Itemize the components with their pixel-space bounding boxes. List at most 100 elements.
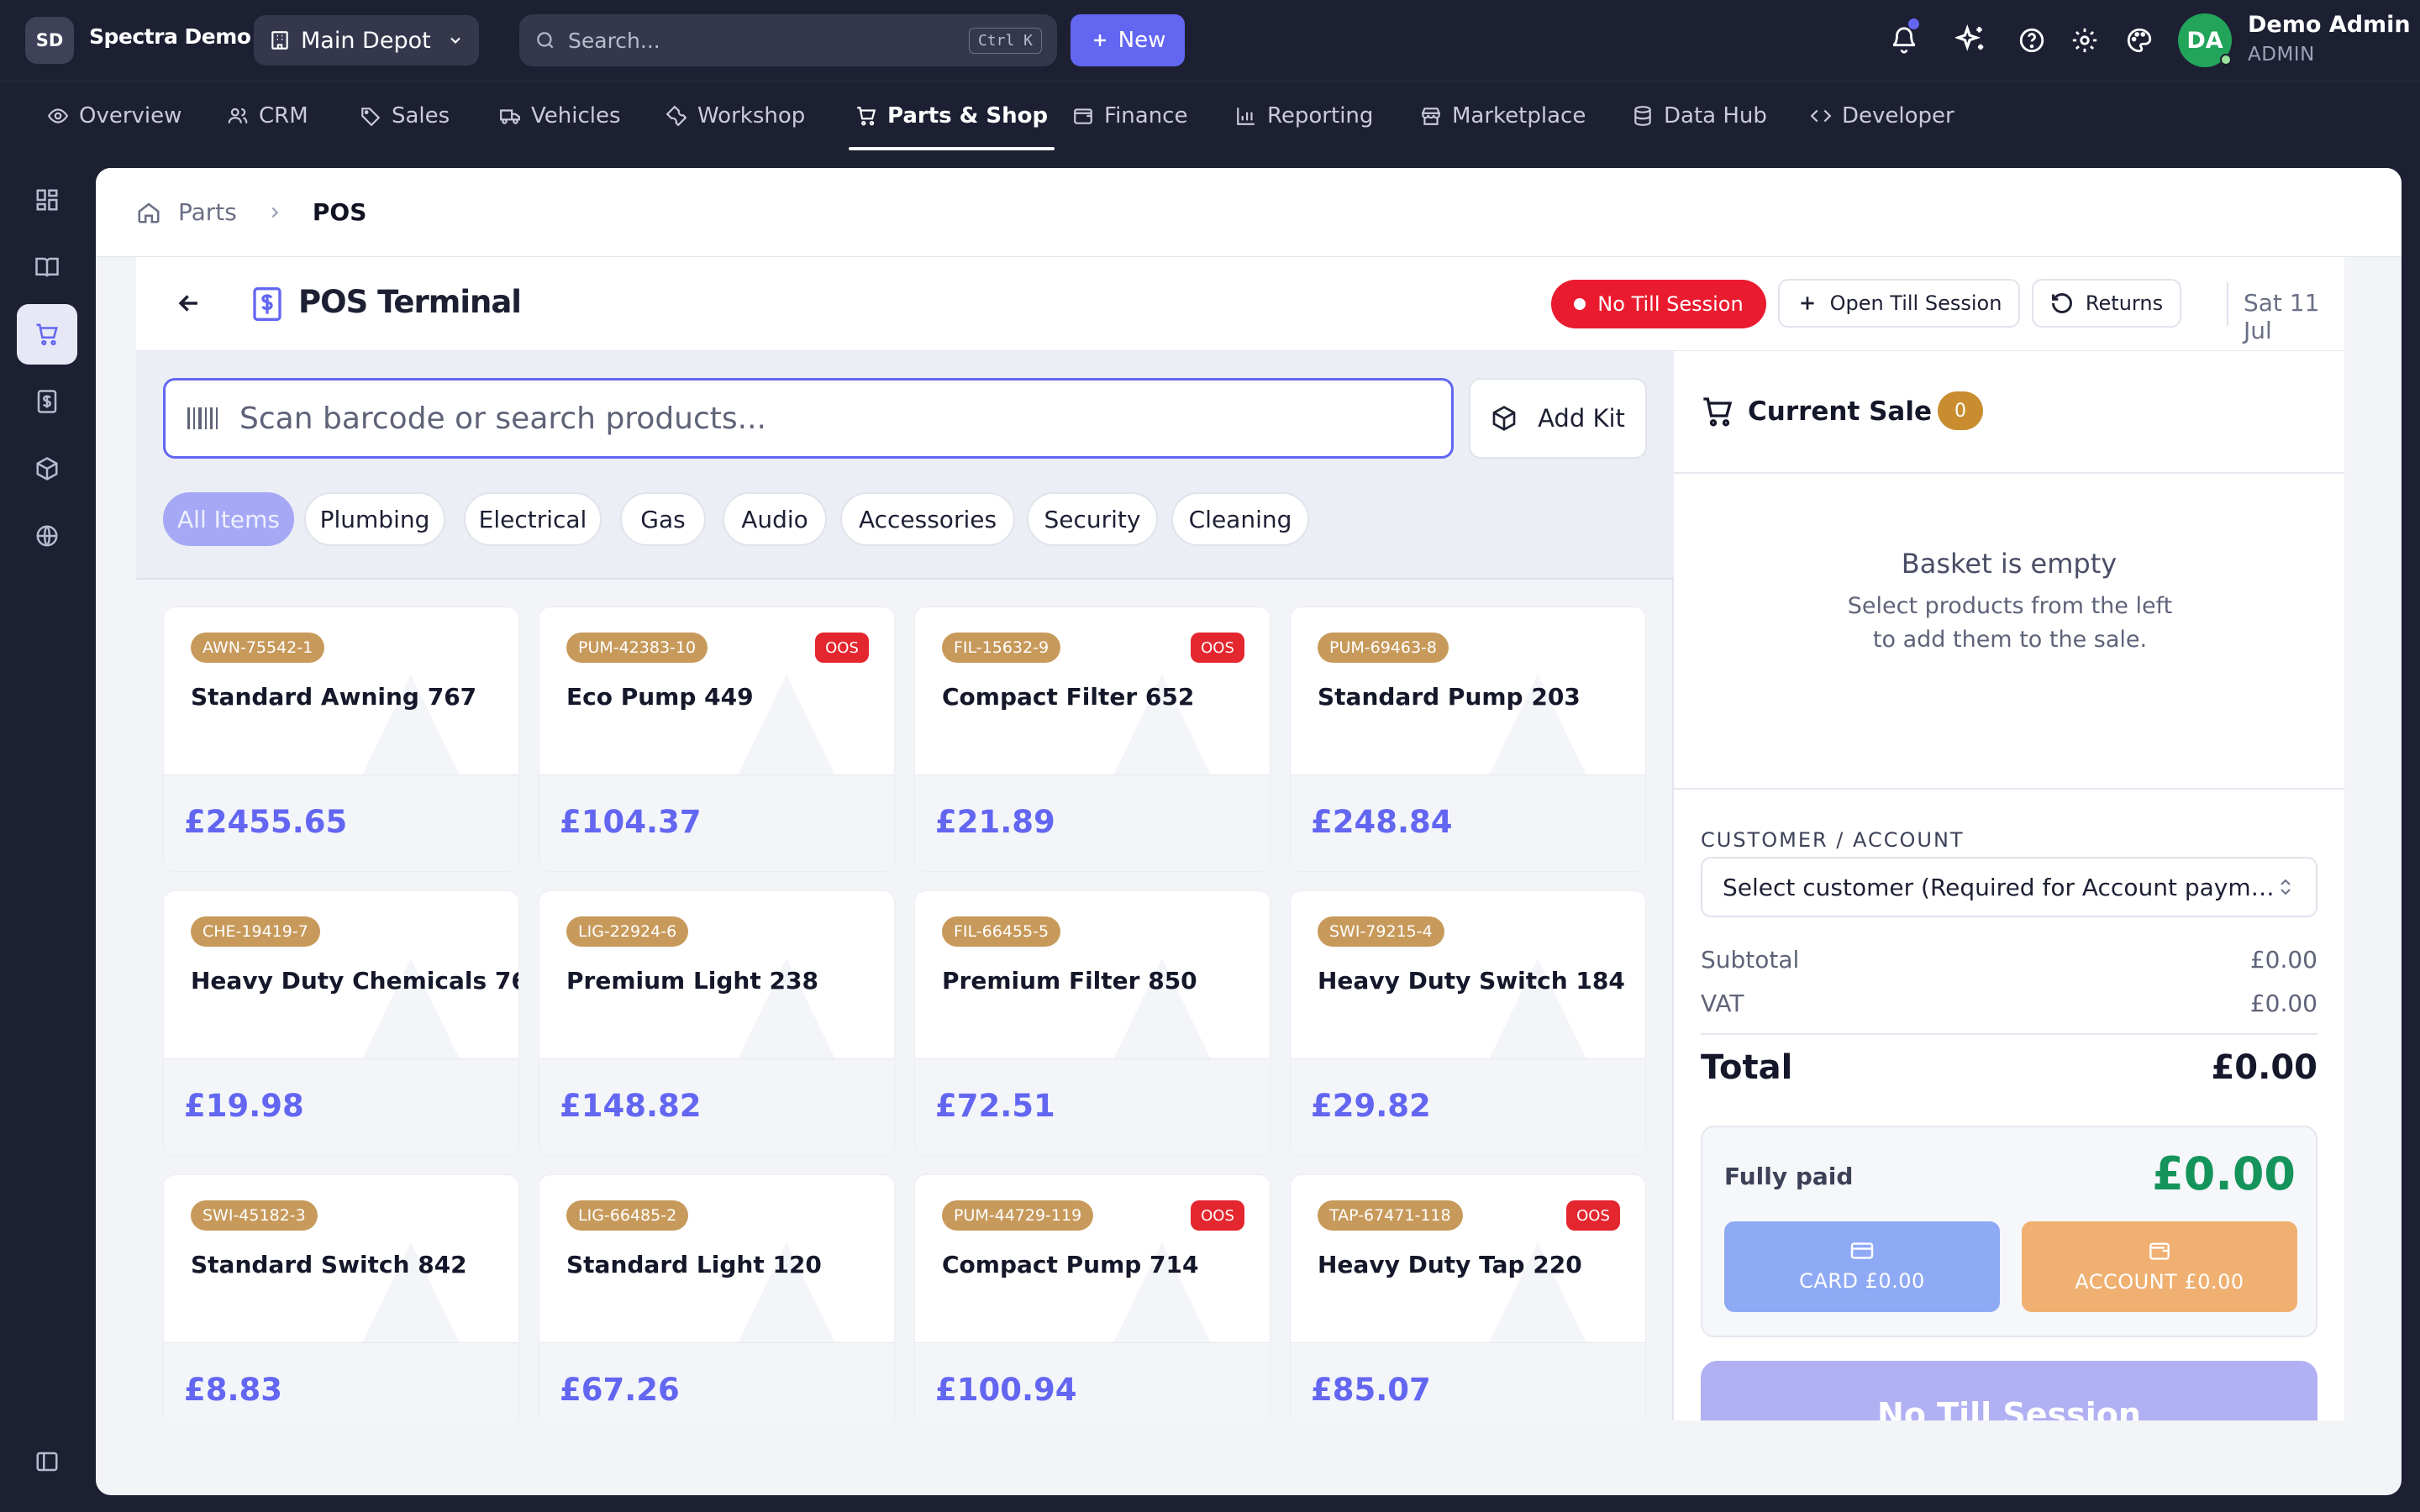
basket-title-label: Current Sale (1748, 396, 1932, 427)
search-shortcut: Ctrl K (968, 27, 1042, 54)
package-icon[interactable] (17, 438, 77, 499)
nav-label: Parts & Shop (887, 103, 1049, 129)
out-of-stock-badge: OOS (1191, 1200, 1244, 1231)
category-chip-cleaning[interactable]: Cleaning (1171, 492, 1309, 546)
card-payment-button[interactable]: CARD £0.00 (1724, 1221, 2000, 1312)
category-chip-accessories[interactable]: Accessories (840, 492, 1015, 546)
product-tile[interactable]: LIG-22924-6 Premium Light 238 £148.82 (539, 890, 895, 1156)
dashboard-grid-icon[interactable] (17, 170, 77, 230)
product-tile[interactable]: SWI-45182-3 Standard Switch 842 £8.83 (163, 1174, 519, 1420)
vat-label: VAT (1701, 990, 1744, 1017)
main-panel: Parts POS POS Terminal No Till Session O… (96, 168, 2402, 1495)
payment-status: Fully paid (1724, 1163, 1854, 1190)
product-name: Heavy Duty Switch 184 (1318, 967, 1625, 995)
sparkles-icon[interactable] (1954, 24, 1988, 57)
product-tile[interactable]: TAP-67471-118 OOS Heavy Duty Tap 220 £85… (1290, 1174, 1646, 1420)
category-chip-security[interactable]: Security (1027, 492, 1158, 546)
eye-icon (47, 105, 69, 127)
nav-workshop[interactable]: Workshop (666, 81, 805, 150)
category-chip-all-items[interactable]: All Items (163, 492, 294, 546)
nav-data-hub[interactable]: Data Hub (1632, 81, 1767, 150)
nav-developer[interactable]: Developer (1810, 81, 1954, 150)
help-icon[interactable] (2015, 24, 2049, 57)
user-name[interactable]: Demo Admin (2248, 12, 2411, 38)
online-indicator (2220, 54, 2232, 66)
product-price: £248.84 (1311, 804, 1453, 840)
globe-icon[interactable] (17, 506, 77, 566)
nav-vehicles[interactable]: Vehicles (499, 81, 621, 150)
returns-button[interactable]: Returns (2032, 279, 2181, 328)
product-name: Standard Light 120 (566, 1251, 822, 1278)
book-icon[interactable] (17, 237, 77, 297)
code-icon (1810, 105, 1832, 127)
product-tile-header: FIL-15632-9 OOS Compact Filter 652 (915, 607, 1270, 775)
nav-label: Data Hub (1664, 103, 1767, 129)
sku-badge: FIL-66455-5 (942, 916, 1061, 947)
main-nav: Overview CRM Sales Vehicles Workshop Par… (0, 81, 2420, 150)
category-chip-gas[interactable]: Gas (620, 492, 706, 546)
empty-basket-hint: Select products from the left to add the… (1847, 593, 2173, 653)
nav-label: Marketplace (1452, 103, 1586, 129)
nav-marketplace[interactable]: Marketplace (1420, 81, 1586, 150)
user-initials: DA (2186, 27, 2223, 54)
org-avatar[interactable]: SD (25, 17, 74, 64)
product-name: Standard Pump 203 (1318, 683, 1581, 711)
product-price: £8.83 (184, 1372, 283, 1408)
nav-reporting[interactable]: Reporting (1235, 81, 1373, 150)
building-icon (269, 29, 291, 51)
depot-selector[interactable]: Main Depot (254, 15, 479, 66)
product-tile[interactable]: PUM-42383-10 OOS Eco Pump 449 £104.37 (539, 606, 895, 872)
nav-finance[interactable]: Finance (1072, 81, 1187, 150)
category-chip-electrical[interactable]: Electrical (464, 492, 602, 546)
header-divider (2227, 282, 2228, 326)
product-tile[interactable]: FIL-15632-9 OOS Compact Filter 652 £21.8… (914, 606, 1270, 872)
product-tile[interactable]: CHE-19419-7 Heavy Duty Chemicals 761 £19… (163, 890, 519, 1156)
product-name: Eco Pump 449 (566, 683, 754, 711)
new-button[interactable]: New (1071, 14, 1185, 66)
product-price: £104.37 (560, 804, 702, 840)
sidebar-toggle-icon[interactable] (17, 1431, 77, 1492)
cart-icon (855, 105, 877, 127)
nav-label: Finance (1104, 103, 1188, 129)
receipt-icon[interactable] (17, 371, 77, 432)
product-tile[interactable]: SWI-79215-4 Heavy Duty Switch 184 £29.82 (1290, 890, 1646, 1156)
top-bar: SD Spectra Demo Main Depot Search... Ctr… (0, 0, 2420, 81)
nav-sales[interactable]: Sales (360, 81, 450, 150)
nav-crm[interactable]: CRM (227, 81, 308, 150)
category-chip-audio[interactable]: Audio (723, 492, 827, 546)
database-icon (1632, 105, 1654, 127)
global-search[interactable]: Search... Ctrl K (519, 14, 1057, 66)
product-tile[interactable]: FIL-66455-5 Premium Filter 850 £72.51 (914, 890, 1270, 1156)
palette-icon[interactable] (2123, 24, 2156, 57)
search-icon (534, 29, 556, 51)
gear-icon[interactable] (2068, 24, 2102, 57)
product-price: £19.98 (184, 1088, 304, 1124)
open-till-button[interactable]: Open Till Session (1778, 279, 2020, 328)
depot-label: Main Depot (301, 27, 431, 54)
product-tile[interactable]: AWN-75542-1 Standard Awning 767 £2455.65 (163, 606, 519, 872)
breadcrumb-parent[interactable]: Parts (178, 198, 237, 226)
add-kit-button[interactable]: Add Kit (1469, 378, 1647, 459)
bell-icon[interactable] (1887, 18, 1921, 57)
home-icon[interactable] (136, 200, 161, 225)
org-name[interactable]: Spectra Demo (89, 24, 251, 49)
barcode-search-input[interactable]: Scan barcode or search products... (163, 378, 1454, 459)
nav-overview[interactable]: Overview (47, 81, 182, 150)
complete-sale-button[interactable]: No Till Session (1701, 1361, 2317, 1420)
product-tile[interactable]: PUM-44729-119 OOS Compact Pump 714 £100.… (914, 1174, 1270, 1420)
chevrons-up-down-icon (2275, 877, 2296, 897)
plus-icon (1797, 292, 1818, 314)
product-tile[interactable]: LIG-66485-2 Standard Light 120 £67.26 (539, 1174, 895, 1420)
product-filters: Scan barcode or search products... Add K… (136, 351, 1674, 580)
product-tile[interactable]: PUM-69463-8 Standard Pump 203 £248.84 (1290, 606, 1646, 872)
user-avatar[interactable]: DA (2178, 13, 2232, 67)
nav-parts-shop[interactable]: Parts & Shop (848, 81, 1055, 150)
account-payment-button[interactable]: ACCOUNT £0.00 (2022, 1221, 2297, 1312)
wallet-icon (2147, 1240, 2172, 1262)
category-chip-plumbing[interactable]: Plumbing (304, 492, 445, 546)
shopping-cart-icon[interactable] (17, 304, 77, 365)
sku-badge: TAP-67471-118 (1318, 1200, 1463, 1231)
customer-select[interactable]: Select customer (Required for Account pa… (1701, 857, 2317, 917)
back-arrow-icon[interactable] (175, 289, 203, 318)
sku-badge: AWN-75542-1 (191, 633, 325, 663)
